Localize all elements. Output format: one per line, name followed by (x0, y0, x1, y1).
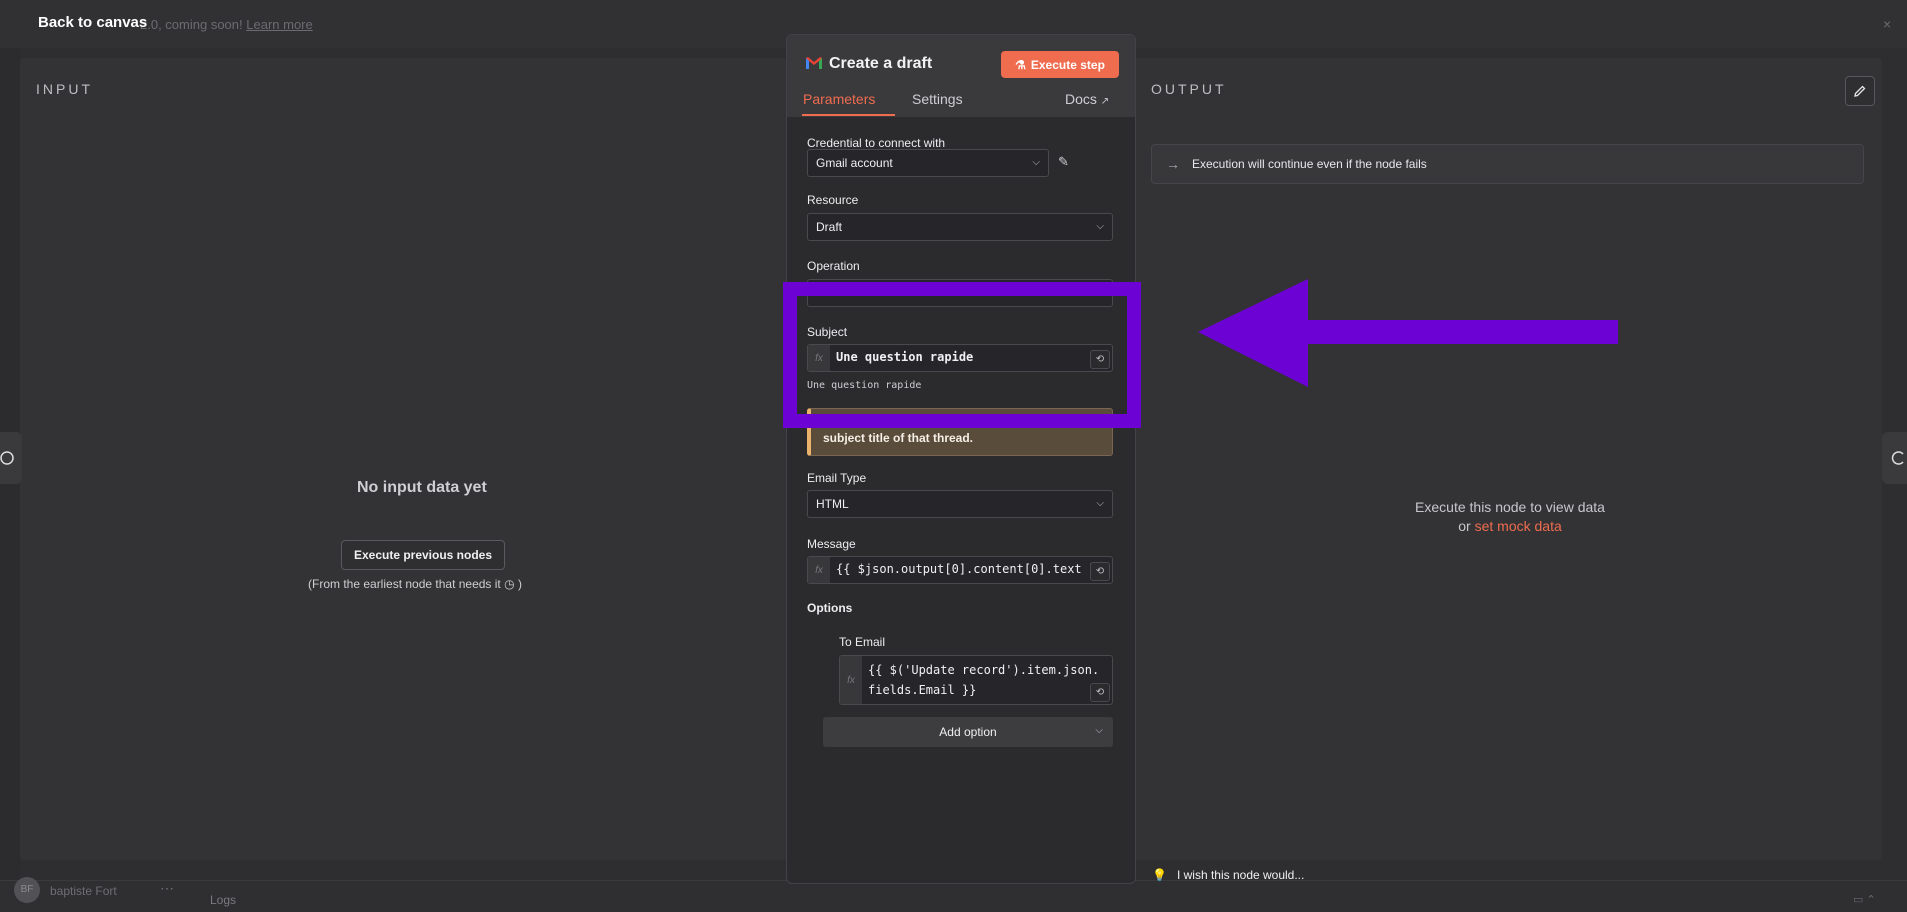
execute-previous-nodes-button[interactable]: Execute previous nodes (341, 540, 505, 570)
message-label: Message (807, 537, 856, 551)
thread-warning-text: subject title of that thread. (823, 431, 974, 445)
tab-settings[interactable]: Settings (912, 91, 963, 107)
resource-select[interactable]: Draft ⌵ (807, 213, 1113, 241)
left-side-handle[interactable] (0, 432, 22, 484)
no-input-title: No input data yet (357, 479, 487, 496)
execute-step-label: Execute step (1030, 57, 1105, 72)
reset-icon[interactable]: ⟲ (1090, 562, 1110, 581)
add-option-button[interactable]: Add option ⌵ (823, 717, 1113, 747)
resource-value: Draft (816, 220, 843, 234)
refresh-icon (1891, 451, 1904, 465)
logs-expand-icon[interactable]: ▭ ⌃ (1853, 893, 1876, 906)
user-name: baptiste Fort (50, 884, 117, 898)
resource-label: Resource (807, 193, 859, 207)
active-tab-indicator (802, 114, 895, 116)
docs-link[interactable]: Docs ↗ (1065, 91, 1109, 107)
email-type-label: Email Type (807, 471, 867, 485)
wish-text: I wish this node would... (1176, 868, 1305, 882)
fx-icon: fx (808, 557, 830, 583)
add-option-label: Add option (939, 725, 997, 739)
logs-label[interactable]: Logs (210, 893, 236, 907)
edit-output-button[interactable] (1845, 76, 1875, 106)
chevron-down-icon: ⌵ (1032, 157, 1040, 168)
input-hint: (From the earliest node that needs it ◷ … (308, 577, 522, 591)
credential-label: Credential to connect with (807, 136, 946, 150)
to-email-input[interactable]: fx {{ $('Update record').item.json.field… (839, 655, 1113, 705)
gmail-icon (806, 57, 822, 69)
message-input[interactable]: fx {{ $json.output[0].content[0].text }}… (807, 556, 1113, 584)
external-link-icon: ↗ (1100, 96, 1110, 107)
more-icon[interactable]: ⋯ (160, 880, 174, 897)
or-text: or (1458, 518, 1471, 534)
input-hint-end: ) (517, 577, 522, 591)
credential-value: Gmail account (816, 156, 893, 170)
fx-icon: fx (840, 656, 862, 704)
reset-icon[interactable]: ⟲ (1090, 683, 1110, 702)
set-mock-data-link[interactable]: set mock data (1475, 518, 1562, 534)
right-side-handle[interactable] (1882, 432, 1907, 484)
email-type-select[interactable]: HTML ⌵ (807, 490, 1113, 518)
edit-credential-icon[interactable]: ✎ (1058, 154, 1069, 170)
options-label: Options (807, 601, 853, 615)
arrow-annotation (1198, 279, 1618, 387)
feedback-bar[interactable]: 💡 I wish this node would... (1138, 862, 1558, 888)
plug-icon (0, 451, 14, 465)
message-value: {{ $json.output[0].content[0].text }} (836, 562, 1104, 576)
bottom-bar (0, 880, 1907, 912)
pencil-icon (1854, 85, 1866, 97)
output-panel-label: OUTPUT (1151, 81, 1227, 97)
highlight-box-annotation (783, 282, 1141, 428)
input-panel-label: INPUT (36, 81, 93, 97)
tab-parameters[interactable]: Parameters (803, 91, 875, 107)
execute-step-button[interactable]: ⚗ Execute step (1001, 51, 1119, 78)
chevron-down-icon: ⌵ (1096, 498, 1104, 509)
docs-label: Docs (1065, 91, 1097, 107)
arrow-right-icon: → (1166, 156, 1180, 172)
input-hint-text: (From the earliest node that needs it (308, 577, 501, 591)
output-empty-state: Execute this node to view data or set mo… (1380, 498, 1640, 536)
lightbulb-icon: 💡 (1152, 868, 1167, 882)
continue-notice-text: Execution will continue even if the node… (1192, 157, 1427, 171)
close-icon[interactable]: × (1883, 16, 1891, 32)
learn-more-link[interactable]: Learn more (246, 17, 312, 32)
chevron-down-icon: ⌵ (1095, 725, 1103, 736)
chevron-down-icon: ⌵ (1096, 221, 1104, 232)
node-settings-panel: Create a draft ⚗ Execute step Parameters… (786, 34, 1136, 884)
to-email-value: {{ $('Update record').item.json.fields.E… (868, 663, 1100, 697)
flask-icon: ⚗ (1015, 57, 1026, 72)
email-type-value: HTML (816, 497, 849, 511)
node-title: Create a draft (829, 55, 933, 72)
operation-label: Operation (807, 259, 860, 273)
credential-select[interactable]: Gmail account ⌵ (807, 149, 1049, 177)
back-to-canvas-button[interactable]: Back to canvas (38, 14, 147, 31)
execute-to-view-text: Execute this node to view data (1415, 499, 1605, 515)
continue-on-fail-notice: → Execution will continue even if the no… (1151, 144, 1864, 184)
announcement-text: 2.0, coming soon! (140, 17, 243, 32)
to-email-label: To Email (839, 635, 886, 649)
avatar[interactable]: BF (14, 877, 40, 903)
clock-icon: ◷ (504, 577, 515, 591)
